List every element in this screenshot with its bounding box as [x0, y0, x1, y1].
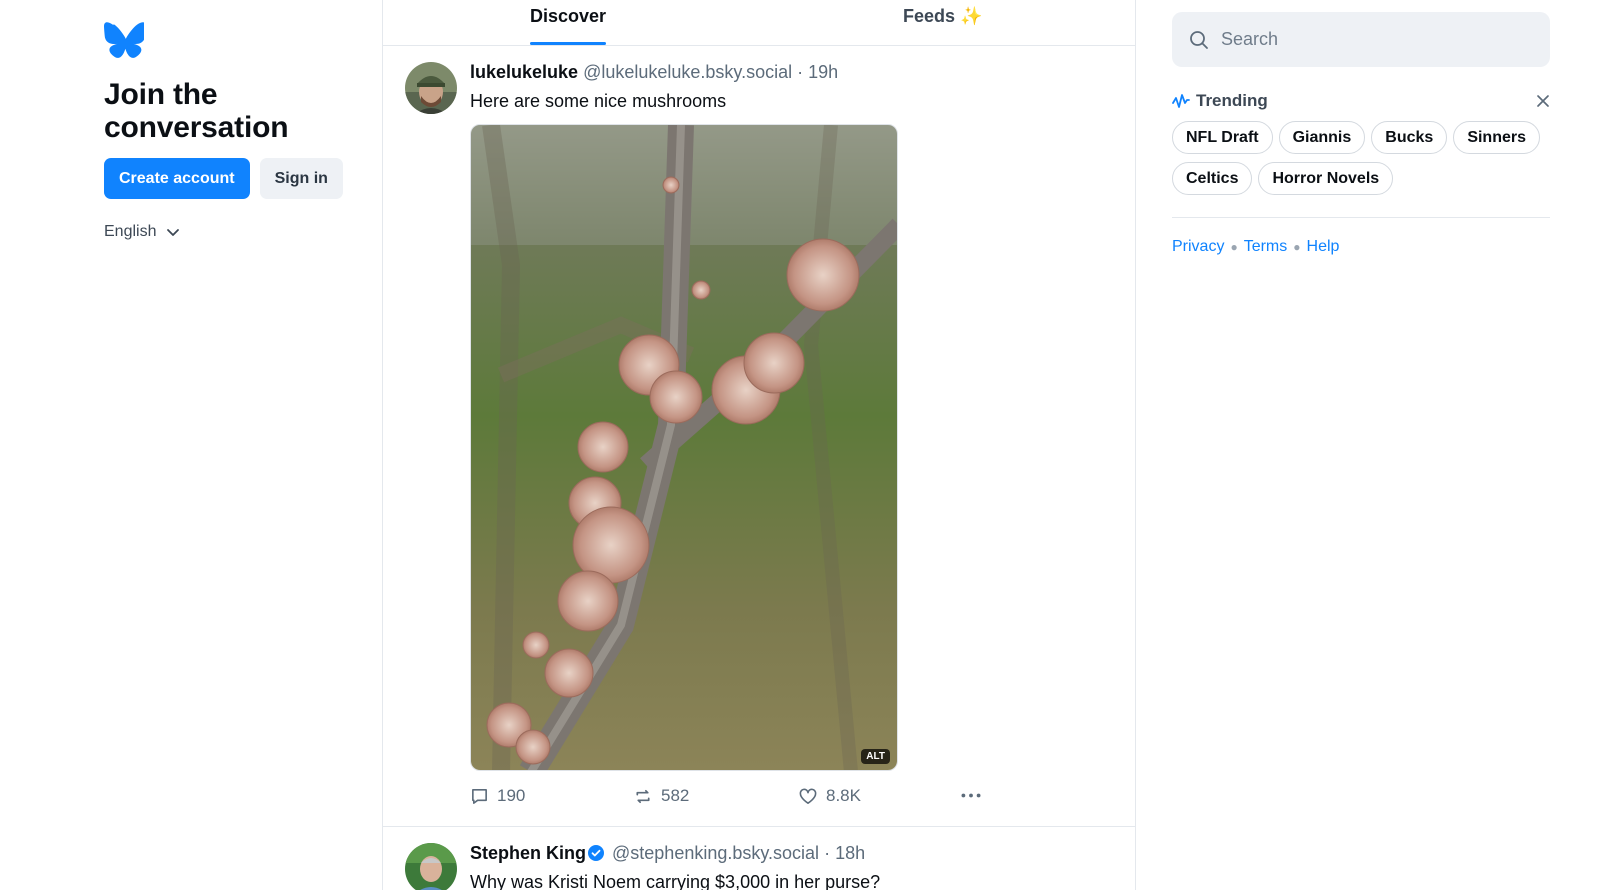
- sign-in-button[interactable]: Sign in: [259, 158, 343, 199]
- reply-button[interactable]: 190: [470, 786, 525, 806]
- left-sidebar: Join the conversation Create account Sig…: [104, 22, 354, 241]
- create-account-button[interactable]: Create account: [104, 158, 250, 199]
- trending-header: Trending: [1172, 91, 1550, 111]
- search-icon: [1190, 30, 1208, 49]
- tab-feeds[interactable]: Feeds ✨: [903, 6, 982, 27]
- separator-dot: ●: [1293, 240, 1301, 254]
- trending-topic[interactable]: Giannis: [1278, 121, 1366, 154]
- trending-topic[interactable]: Celtics: [1172, 162, 1253, 195]
- language-selector[interactable]: English: [104, 223, 180, 241]
- right-sidebar: Trending NFL Draft Giannis Bucks Sinners…: [1172, 12, 1550, 256]
- post-time[interactable]: · 18h: [824, 843, 865, 863]
- post-header: lukelukeluke @lukelukeluke.bsky.social ·…: [470, 61, 838, 83]
- butterfly-icon[interactable]: [104, 22, 144, 58]
- trending-label: Trending: [1196, 91, 1268, 110]
- verified-badge-icon: [588, 845, 604, 861]
- trending-topic[interactable]: NFL Draft: [1172, 121, 1273, 154]
- trending-topics: NFL Draft Giannis Bucks Sinners Celtics …: [1172, 121, 1550, 218]
- trending-icon: [1172, 94, 1190, 108]
- footer-links: Privacy ● Terms ● Help: [1172, 238, 1550, 256]
- repost-count: 582: [661, 786, 690, 805]
- search-box[interactable]: [1172, 12, 1550, 67]
- post-image[interactable]: ALT: [470, 124, 898, 771]
- repost-button[interactable]: 582: [633, 786, 689, 806]
- auth-buttons: Create account Sign in: [104, 158, 354, 199]
- reply-icon: [472, 788, 487, 804]
- post-text: Here are some nice mushrooms: [470, 91, 727, 111]
- close-icon[interactable]: [1536, 94, 1550, 108]
- trending-topic[interactable]: Horror Novels: [1258, 162, 1394, 195]
- author-handle[interactable]: @stephenking.bsky.social: [612, 843, 819, 863]
- post[interactable]: lukelukeluke @lukelukeluke.bsky.social ·…: [383, 46, 1135, 827]
- search-input[interactable]: [1221, 29, 1521, 50]
- terms-link[interactable]: Terms: [1244, 238, 1288, 256]
- author-handle[interactable]: @lukelukeluke.bsky.social: [583, 62, 792, 82]
- help-link[interactable]: Help: [1307, 238, 1340, 256]
- join-title: Join the conversation: [104, 78, 289, 144]
- language-label: English: [104, 223, 157, 240]
- author-name[interactable]: lukelukeluke: [470, 62, 578, 82]
- feed-tabs: Discover Feeds ✨: [383, 0, 1135, 46]
- avatar[interactable]: [405, 62, 457, 114]
- trending-topic[interactable]: Sinners: [1453, 121, 1540, 154]
- ellipsis-icon: [961, 793, 981, 798]
- post-text: Why was Kristi Noem carrying $3,000 in h…: [470, 872, 881, 890]
- post-header: Stephen King @stephenking.bsky.social · …: [470, 842, 865, 864]
- like-button[interactable]: 8.8K: [798, 786, 861, 806]
- like-count: 8.8K: [826, 786, 861, 805]
- alt-badge[interactable]: ALT: [861, 749, 890, 764]
- heart-icon: [799, 788, 817, 804]
- separator-dot: ●: [1230, 240, 1238, 254]
- post-actions: 190 582 8.8K: [470, 786, 982, 810]
- reply-count: 190: [497, 786, 526, 805]
- trending-topic[interactable]: Bucks: [1371, 121, 1448, 154]
- tab-discover[interactable]: Discover: [530, 6, 607, 45]
- privacy-link[interactable]: Privacy: [1172, 238, 1224, 256]
- feed-column: Discover Feeds ✨ lukelukeluke @lukelukel…: [382, 0, 1136, 890]
- post[interactable]: Stephen King @stephenking.bsky.social · …: [383, 827, 1135, 890]
- avatar[interactable]: [405, 843, 457, 890]
- post-time[interactable]: · 19h: [797, 62, 838, 82]
- repost-icon: [636, 789, 650, 803]
- author-name[interactable]: Stephen King: [470, 843, 586, 863]
- more-options-button[interactable]: [960, 786, 982, 805]
- chevron-down-icon: [167, 229, 180, 236]
- trending-title: Trending: [1172, 91, 1268, 111]
